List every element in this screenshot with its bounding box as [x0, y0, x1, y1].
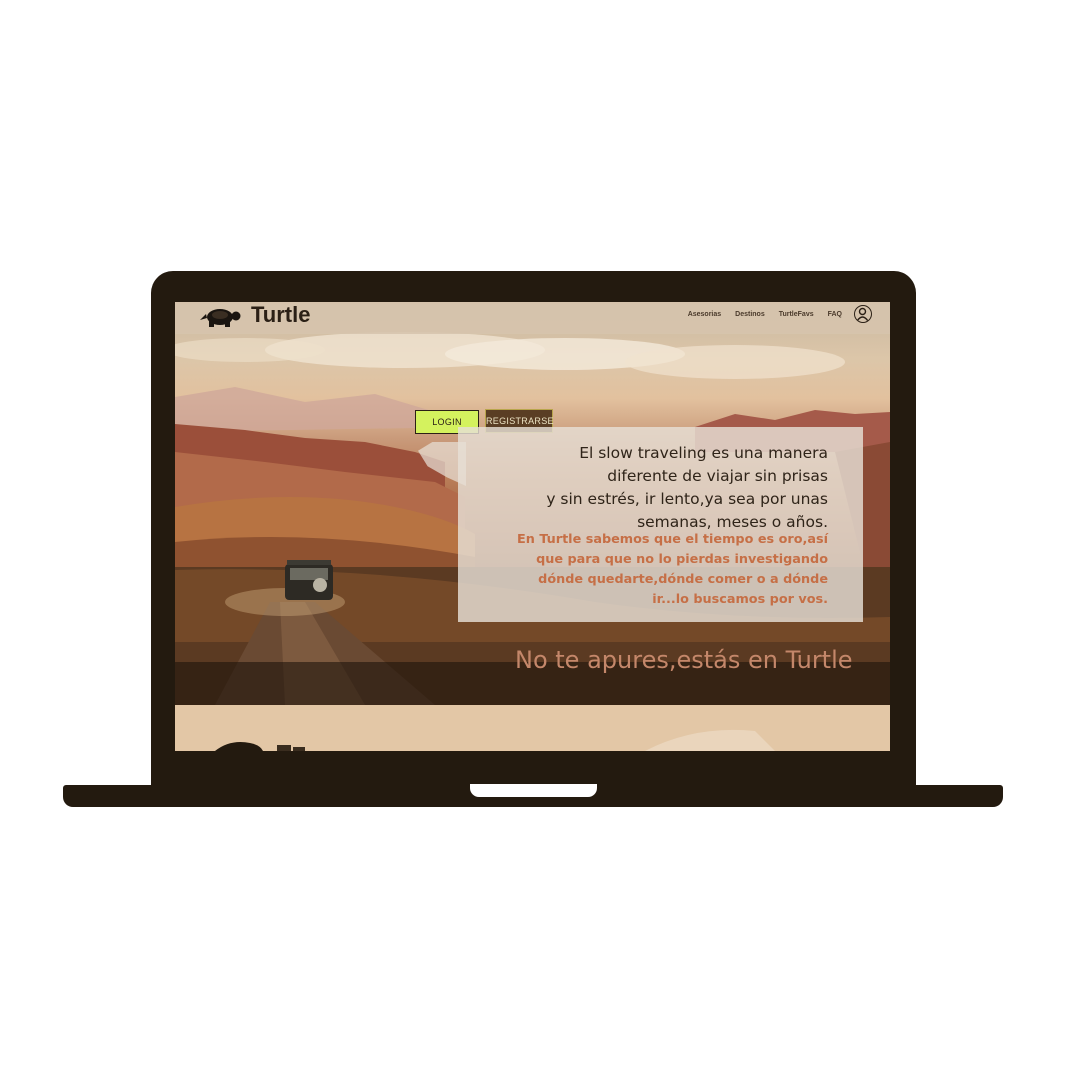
hero-section: Turtle Asesorias Destinos TurtleFavs FAQ… [175, 302, 890, 705]
nav-link-destinos[interactable]: Destinos [735, 310, 765, 320]
nav-menu: Asesorias Destinos TurtleFavs FAQ [688, 310, 842, 320]
promo-line: que para que no lo pierdas investigando [536, 552, 828, 567]
laptop-notch [470, 784, 597, 797]
nav-link-asesorias[interactable]: Asesorias [688, 310, 721, 320]
next-section-preview [215, 729, 775, 751]
turtle-icon [200, 309, 241, 327]
brand-name[interactable]: Turtle [251, 302, 310, 328]
promo-line: dónde quedarte,dónde comer o a dónde [538, 572, 828, 587]
promo-line: ir...lo buscamos por vos. [652, 592, 828, 607]
laptop-screen: Turtle Asesorias Destinos TurtleFavs FAQ… [175, 302, 890, 751]
intro-line: y sin estrés, ir lento,ya sea por unas [546, 490, 828, 508]
nav-link-faq[interactable]: FAQ [828, 310, 842, 320]
nav-link-turtlefavs[interactable]: TurtleFavs [779, 310, 814, 320]
intro-line: El slow traveling es una manera [579, 444, 828, 462]
top-navbar: Turtle Asesorias Destinos TurtleFavs FAQ [175, 302, 890, 334]
intro-line: diferente de viajar sin prisas [607, 467, 828, 485]
intro-line: semanas, meses o años. [637, 513, 828, 531]
promo-text: En Turtle sabemos que el tiempo es oro,a… [508, 530, 828, 610]
intro-text: El slow traveling es una manera diferent… [528, 442, 828, 534]
user-icon[interactable] [854, 305, 872, 323]
next-section [175, 705, 890, 751]
promo-line: En Turtle sabemos que el tiempo es oro,a… [517, 532, 828, 547]
hero-tagline: No te apures,estás en Turtle [515, 646, 853, 674]
